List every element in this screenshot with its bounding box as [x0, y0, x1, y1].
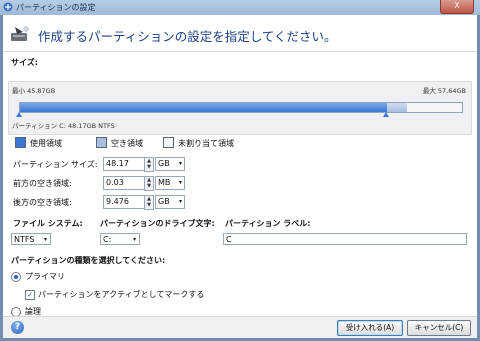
mark-active-checkbox[interactable]: ✓: [25, 290, 35, 300]
unallocated-swatch: [163, 137, 174, 148]
filesystem-value: NTFS: [14, 235, 35, 244]
legend-free-label: 空き領域: [111, 139, 143, 148]
used-space-fill: [20, 103, 387, 112]
filesystem-label: ファイル システム:: [13, 219, 83, 228]
space-before-input[interactable]: 0.03: [103, 176, 145, 190]
legend-free: 空き領域: [96, 137, 143, 149]
space-after-unit: GB: [158, 197, 170, 206]
partition-disk-icon: [11, 26, 29, 41]
partition-size-label: パーティション サイズ:: [13, 160, 98, 169]
partition-info: パーティション C: 48.17GB NTFS: [12, 122, 115, 130]
min-size-label: 最小 45.87GB: [12, 87, 56, 95]
space-before-unit: MB: [158, 178, 171, 187]
space-before-stepper[interactable]: ▲ ▼: [144, 176, 154, 191]
window-title: パーティションの設定: [16, 3, 96, 12]
partition-type-label: パーティションの種類を選択してください:: [11, 256, 166, 265]
free-space-fill: [387, 103, 407, 112]
legend-used-label: 使用領域: [30, 139, 62, 148]
mark-active-label: パーティションをアクティブとしてマークする: [38, 290, 205, 299]
size-panel: 最小 45.87GB 最大 57.64GB パーティション C: 48.17GB…: [8, 81, 472, 135]
dialog-body: 作成するパーティションの設定を指定してください。 サイズ: 最小 45.87GB…: [3, 15, 477, 338]
legend-unallocated: 未割り当て領域: [163, 137, 234, 149]
partition-size-unit-select[interactable]: GB ▾: [155, 157, 185, 171]
chevron-down-icon: ▾: [43, 236, 47, 243]
space-after-unit-select[interactable]: GB ▾: [155, 195, 185, 209]
drive-letter-select[interactable]: C: ▾: [100, 233, 140, 245]
chevron-down-icon: ▾: [132, 236, 136, 243]
partition-size-input[interactable]: 48.17: [103, 157, 145, 171]
space-after-stepper[interactable]: ▲ ▼: [144, 195, 154, 210]
right-resize-handle[interactable]: [383, 112, 389, 117]
instruction-heading: 作成するパーティションの設定を指定してください。: [38, 29, 337, 44]
left-resize-handle[interactable]: [16, 112, 22, 117]
chevron-down-icon: ▾: [178, 160, 182, 167]
partition-size-bar[interactable]: [19, 102, 463, 113]
free-space-swatch: [96, 137, 107, 148]
size-label: サイズ:: [11, 58, 38, 67]
help-icon[interactable]: ?: [11, 321, 24, 334]
partition-size-stepper[interactable]: ▲ ▼: [144, 157, 154, 172]
close-button[interactable]: X: [440, 0, 474, 14]
space-after-input[interactable]: 9.476: [103, 195, 145, 209]
accept-button[interactable]: 受け入れる(A): [337, 320, 403, 336]
dialog-footer: ? 受け入れる(A) キャンセル(C): [3, 316, 477, 338]
legend-unallocated-label: 未割り当て領域: [178, 139, 234, 148]
chevron-down-icon: ▾: [178, 198, 182, 205]
header-separator: [3, 51, 477, 52]
space-before-unit-select[interactable]: MB ▾: [155, 176, 185, 190]
chevron-down-icon: ▾: [178, 179, 182, 186]
volume-label-input[interactable]: C: [223, 233, 467, 245]
volume-label-label: パーティション ラベル:: [225, 219, 311, 228]
primary-radio[interactable]: [11, 272, 21, 282]
cancel-button[interactable]: キャンセル(C): [407, 320, 471, 336]
space-before-label: 前方の空き領域:: [13, 179, 72, 188]
used-space-swatch: [15, 137, 26, 148]
space-after-label: 後方の空き領域:: [13, 198, 72, 207]
app-icon: [3, 2, 13, 12]
partition-size-unit: GB: [158, 159, 170, 168]
drive-letter-label: パーティションのドライブ文字:: [100, 219, 215, 228]
title-bar: パーティションの設定 X: [0, 0, 480, 15]
drive-letter-value: C:: [103, 235, 112, 244]
max-size-label: 最大 57.64GB: [422, 87, 466, 95]
legend-used: 使用領域: [15, 137, 62, 149]
primary-radio-label: プライマリ: [25, 272, 65, 281]
filesystem-select[interactable]: NTFS ▾: [11, 233, 51, 245]
